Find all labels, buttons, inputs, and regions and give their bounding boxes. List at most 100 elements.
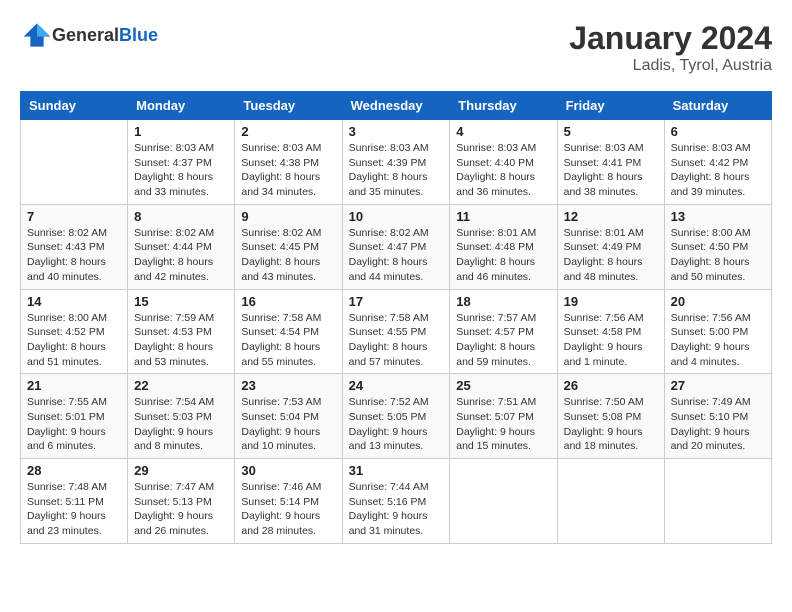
logo: GeneralBlue xyxy=(20,20,158,50)
logo-text-general: General xyxy=(52,25,119,45)
day-info: Sunrise: 7:44 AMSunset: 5:16 PMDaylight:… xyxy=(349,480,444,539)
day-info: Sunrise: 8:02 AMSunset: 4:47 PMDaylight:… xyxy=(349,226,444,285)
day-number: 20 xyxy=(671,294,765,309)
day-info: Sunrise: 8:03 AMSunset: 4:41 PMDaylight:… xyxy=(564,141,658,200)
day-number: 8 xyxy=(134,209,228,224)
day-number: 4 xyxy=(456,124,550,139)
day-number: 17 xyxy=(349,294,444,309)
calendar-day-cell: 10 Sunrise: 8:02 AMSunset: 4:47 PMDayligh… xyxy=(342,204,450,289)
day-number: 24 xyxy=(349,378,444,393)
calendar-day-cell: 2 Sunrise: 8:03 AMSunset: 4:38 PMDaylight… xyxy=(235,120,342,205)
day-number: 15 xyxy=(134,294,228,309)
location-title: Ladis, Tyrol, Austria xyxy=(569,57,772,75)
day-number: 1 xyxy=(134,124,228,139)
day-number: 26 xyxy=(564,378,658,393)
calendar-week-row: 28 Sunrise: 7:48 AMSunset: 5:11 PMDayligh… xyxy=(21,459,772,544)
calendar-day-cell xyxy=(664,459,771,544)
calendar-day-cell: 5 Sunrise: 8:03 AMSunset: 4:41 PMDaylight… xyxy=(557,120,664,205)
day-info: Sunrise: 8:03 AMSunset: 4:38 PMDaylight:… xyxy=(241,141,335,200)
calendar-week-row: 21 Sunrise: 7:55 AMSunset: 5:01 PMDayligh… xyxy=(21,374,772,459)
day-number: 16 xyxy=(241,294,335,309)
day-info: Sunrise: 7:49 AMSunset: 5:10 PMDaylight:… xyxy=(671,395,765,454)
day-info: Sunrise: 7:53 AMSunset: 5:04 PMDaylight:… xyxy=(241,395,335,454)
weekday-header-row: SundayMondayTuesdayWednesdayThursdayFrid… xyxy=(21,92,772,120)
day-info: Sunrise: 7:58 AMSunset: 4:54 PMDaylight:… xyxy=(241,311,335,370)
day-number: 7 xyxy=(27,209,121,224)
logo-text-blue: Blue xyxy=(119,25,158,45)
logo-icon xyxy=(22,20,52,50)
day-number: 21 xyxy=(27,378,121,393)
day-number: 9 xyxy=(241,209,335,224)
calendar-week-row: 1Sunrise: 8:03 AMSunset: 4:37 PMDaylight… xyxy=(21,120,772,205)
day-info: Sunrise: 7:46 AMSunset: 5:14 PMDaylight:… xyxy=(241,480,335,539)
day-info: Sunrise: 8:03 AMSunset: 4:39 PMDaylight:… xyxy=(349,141,444,200)
day-info: Sunrise: 7:54 AMSunset: 5:03 PMDaylight:… xyxy=(134,395,228,454)
calendar-day-cell: 21 Sunrise: 7:55 AMSunset: 5:01 PMDayligh… xyxy=(21,374,128,459)
day-number: 23 xyxy=(241,378,335,393)
day-info: Sunrise: 7:56 AMSunset: 4:58 PMDaylight:… xyxy=(564,311,658,370)
calendar-day-cell: 27 Sunrise: 7:49 AMSunset: 5:10 PMDayligh… xyxy=(664,374,771,459)
calendar-day-cell: 19 Sunrise: 7:56 AMSunset: 4:58 PMDayligh… xyxy=(557,289,664,374)
day-info: Sunrise: 7:55 AMSunset: 5:01 PMDaylight:… xyxy=(27,395,121,454)
day-info: Sunrise: 7:56 AMSunset: 5:00 PMDaylight:… xyxy=(671,311,765,370)
calendar-day-cell: 8 Sunrise: 8:02 AMSunset: 4:44 PMDaylight… xyxy=(128,204,235,289)
calendar-day-cell: 12 Sunrise: 8:01 AMSunset: 4:49 PMDayligh… xyxy=(557,204,664,289)
calendar-day-cell xyxy=(21,120,128,205)
month-title: January 2024 xyxy=(569,20,772,57)
day-number: 12 xyxy=(564,209,658,224)
day-number: 10 xyxy=(349,209,444,224)
day-number: 13 xyxy=(671,209,765,224)
calendar-day-cell: 7 Sunrise: 8:02 AMSunset: 4:43 PMDaylight… xyxy=(21,204,128,289)
day-number: 19 xyxy=(564,294,658,309)
day-info: Sunrise: 8:02 AMSunset: 4:44 PMDaylight:… xyxy=(134,226,228,285)
day-info: Sunrise: 7:51 AMSunset: 5:07 PMDaylight:… xyxy=(456,395,550,454)
calendar-day-cell: 29Sunrise: 7:47 AMSunset: 5:13 PMDayligh… xyxy=(128,459,235,544)
day-number: 2 xyxy=(241,124,335,139)
calendar-day-cell: 1Sunrise: 8:03 AMSunset: 4:37 PMDaylight… xyxy=(128,120,235,205)
day-number: 30 xyxy=(241,463,335,478)
day-info: Sunrise: 7:59 AMSunset: 4:53 PMDaylight:… xyxy=(134,311,228,370)
day-number: 18 xyxy=(456,294,550,309)
calendar-day-cell: 18Sunrise: 7:57 AMSunset: 4:57 PMDayligh… xyxy=(450,289,557,374)
weekday-header-cell: Saturday xyxy=(664,92,771,120)
title-block: January 2024 Ladis, Tyrol, Austria xyxy=(569,20,772,75)
day-info: Sunrise: 8:00 AMSunset: 4:52 PMDaylight:… xyxy=(27,311,121,370)
day-number: 29 xyxy=(134,463,228,478)
calendar-day-cell: 4 Sunrise: 8:03 AMSunset: 4:40 PMDaylight… xyxy=(450,120,557,205)
day-number: 27 xyxy=(671,378,765,393)
day-info: Sunrise: 7:50 AMSunset: 5:08 PMDaylight:… xyxy=(564,395,658,454)
day-number: 28 xyxy=(27,463,121,478)
weekday-header-cell: Wednesday xyxy=(342,92,450,120)
weekday-header-cell: Thursday xyxy=(450,92,557,120)
calendar-day-cell: 31Sunrise: 7:44 AMSunset: 5:16 PMDayligh… xyxy=(342,459,450,544)
calendar-day-cell: 3Sunrise: 8:03 AMSunset: 4:39 PMDaylight… xyxy=(342,120,450,205)
calendar-week-row: 14 Sunrise: 8:00 AMSunset: 4:52 PMDayligh… xyxy=(21,289,772,374)
day-number: 22 xyxy=(134,378,228,393)
calendar-day-cell: 22 Sunrise: 7:54 AMSunset: 5:03 PMDayligh… xyxy=(128,374,235,459)
day-info: Sunrise: 7:48 AMSunset: 5:11 PMDaylight:… xyxy=(27,480,121,539)
calendar-day-cell: 6Sunrise: 8:03 AMSunset: 4:42 PMDaylight… xyxy=(664,120,771,205)
day-info: Sunrise: 8:02 AMSunset: 4:43 PMDaylight:… xyxy=(27,226,121,285)
calendar-day-cell: 28 Sunrise: 7:48 AMSunset: 5:11 PMDayligh… xyxy=(21,459,128,544)
calendar-body: 1Sunrise: 8:03 AMSunset: 4:37 PMDaylight… xyxy=(21,120,772,544)
calendar-day-cell: 15 Sunrise: 7:59 AMSunset: 4:53 PMDayligh… xyxy=(128,289,235,374)
day-info: Sunrise: 8:01 AMSunset: 4:49 PMDaylight:… xyxy=(564,226,658,285)
day-info: Sunrise: 7:52 AMSunset: 5:05 PMDaylight:… xyxy=(349,395,444,454)
day-info: Sunrise: 7:58 AMSunset: 4:55 PMDaylight:… xyxy=(349,311,444,370)
calendar-day-cell: 16 Sunrise: 7:58 AMSunset: 4:54 PMDayligh… xyxy=(235,289,342,374)
day-number: 14 xyxy=(27,294,121,309)
day-number: 11 xyxy=(456,209,550,224)
calendar-day-cell xyxy=(557,459,664,544)
day-info: Sunrise: 8:03 AMSunset: 4:40 PMDaylight:… xyxy=(456,141,550,200)
calendar-day-cell: 9 Sunrise: 8:02 AMSunset: 4:45 PMDaylight… xyxy=(235,204,342,289)
day-number: 5 xyxy=(564,124,658,139)
day-info: Sunrise: 8:02 AMSunset: 4:45 PMDaylight:… xyxy=(241,226,335,285)
calendar-day-cell: 13Sunrise: 8:00 AMSunset: 4:50 PMDayligh… xyxy=(664,204,771,289)
calendar-day-cell: 17 Sunrise: 7:58 AMSunset: 4:55 PMDayligh… xyxy=(342,289,450,374)
calendar-day-cell: 26 Sunrise: 7:50 AMSunset: 5:08 PMDayligh… xyxy=(557,374,664,459)
calendar-day-cell: 30 Sunrise: 7:46 AMSunset: 5:14 PMDayligh… xyxy=(235,459,342,544)
weekday-header-cell: Friday xyxy=(557,92,664,120)
weekday-header-cell: Tuesday xyxy=(235,92,342,120)
calendar-day-cell: 25Sunrise: 7:51 AMSunset: 5:07 PMDayligh… xyxy=(450,374,557,459)
day-number: 6 xyxy=(671,124,765,139)
